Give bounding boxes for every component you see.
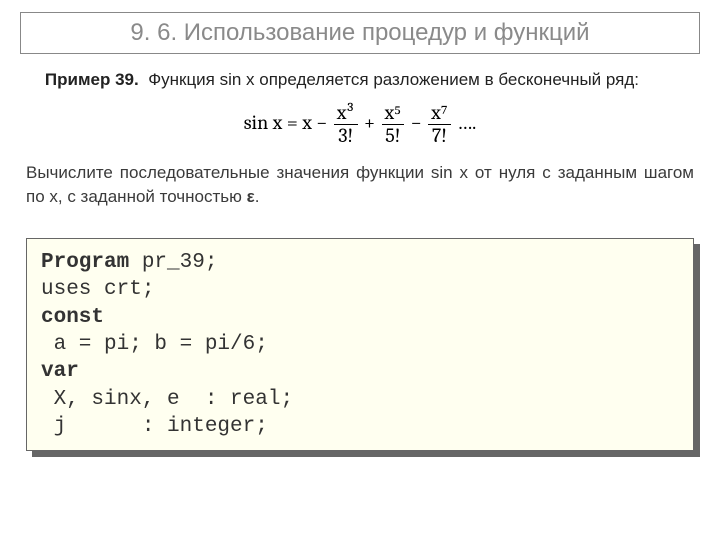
term-2: x⁵5! — [382, 102, 405, 147]
formula: sin x = x − x³3! + x⁵5! − x⁷7! …. — [20, 102, 700, 147]
task-text: Вычислите последовательные значения функ… — [26, 163, 694, 207]
sign-3: − — [411, 111, 422, 134]
term-2-den: 5! — [382, 125, 405, 147]
sign-2: + — [364, 111, 375, 134]
code-box: Program pr_39; uses crt; const a = pi; b… — [26, 238, 694, 451]
formula-tail: …. — [457, 111, 476, 134]
kw-const: const — [41, 306, 104, 329]
code-l4: a = pi; b = pi/6; — [41, 333, 268, 356]
kw-var: var — [41, 360, 79, 383]
section-title-box: 9. 6. Использование процедур и функций — [20, 12, 700, 54]
example-text: Функция sin x определяется разложением в… — [148, 70, 639, 89]
code-l1b: pr_39; — [129, 251, 217, 274]
term-3-den: 7! — [428, 125, 451, 147]
code-l6: X, sinx, e : real; — [41, 388, 293, 411]
section-title: 9. 6. Использование процедур и функций — [31, 19, 689, 47]
term-2-num: x⁵ — [382, 102, 405, 125]
task-paragraph: Вычислите последовательные значения функ… — [26, 161, 694, 210]
sign-1: − — [316, 111, 327, 134]
term-1: x³3! — [334, 102, 358, 147]
kw-program: Program — [41, 251, 129, 274]
term-0: x — [302, 111, 312, 134]
code-l7: j : integer; — [41, 415, 268, 438]
term-1-num: x³ — [334, 102, 358, 125]
task-tail: . — [255, 187, 260, 206]
code-block: Program pr_39; uses crt; const a = pi; b… — [26, 238, 694, 451]
code-l2: uses crt; — [41, 278, 154, 301]
formula-lhs: sin x — [244, 111, 283, 134]
term-3-num: x⁷ — [428, 102, 451, 125]
epsilon: ε — [247, 187, 255, 206]
term-3: x⁷7! — [428, 102, 451, 147]
example-paragraph: Пример 39. Функция sin x определяется ра… — [26, 68, 694, 92]
example-label: Пример 39. — [45, 70, 139, 89]
term-1-den: 3! — [334, 125, 358, 147]
